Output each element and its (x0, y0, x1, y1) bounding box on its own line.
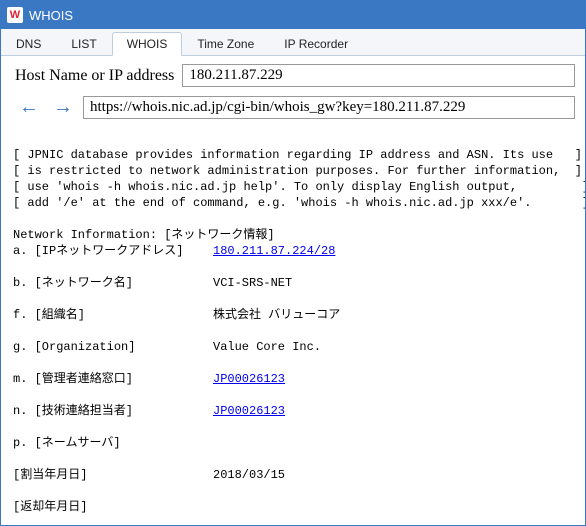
field-key: b. [ネットワーク名] (13, 275, 213, 291)
url-toolbar: ← → (1, 91, 585, 127)
banner-line: [ use 'whois -h whois.nic.ad.jp help'. T… (13, 180, 585, 194)
tab-whois[interactable]: WHOIS (112, 32, 183, 56)
field-key: n. [技術連絡担当者] (13, 403, 213, 419)
field-val: 2018/03/15 (213, 467, 285, 483)
banner-line: [ is restricted to network administratio… (13, 164, 582, 178)
contact-link[interactable]: JP00026123 (213, 371, 285, 387)
field-key: a. [IPネットワークアドレス] (13, 243, 213, 259)
field-key: m. [管理者連絡窓口] (13, 371, 213, 387)
titlebar: W WHOIS (1, 1, 585, 29)
field-key: f. [組織名] (13, 307, 213, 323)
back-button[interactable]: ← (15, 95, 43, 119)
contact-link[interactable]: JP00026123 (213, 403, 285, 419)
tabs: DNS LIST WHOIS Time Zone IP Recorder (1, 29, 585, 56)
banner-line: [ JPNIC database provides information re… (13, 148, 582, 162)
search-toolbar: Host Name or IP address (1, 56, 585, 91)
field-key: [返却年月日] (13, 499, 213, 515)
tab-timezone[interactable]: Time Zone (182, 32, 269, 55)
banner-line: [ add '/e' at the end of command, e.g. '… (13, 196, 585, 210)
tab-iprecorder[interactable]: IP Recorder (269, 32, 363, 55)
tab-list[interactable]: LIST (56, 32, 111, 55)
ip-network-link[interactable]: 180.211.87.224/28 (213, 243, 335, 259)
field-val: 株式会社 バリューコア (213, 307, 340, 323)
net-header: Network Information: [ネットワーク情報] (13, 228, 275, 242)
search-label: Host Name or IP address (15, 67, 174, 85)
field-key: g. [Organization] (13, 339, 213, 355)
url-input[interactable] (83, 96, 575, 119)
field-key: [割当年月日] (13, 467, 213, 483)
whois-output: [ JPNIC database provides information re… (1, 127, 585, 525)
app-icon: W (7, 7, 23, 23)
field-val: Value Core Inc. (213, 339, 321, 355)
field-key: p. [ネームサーバ] (13, 435, 213, 451)
forward-button[interactable]: → (49, 95, 77, 119)
field-val: VCI-SRS-NET (213, 275, 292, 291)
window-title: WHOIS (29, 8, 73, 23)
host-ip-input[interactable] (182, 64, 575, 87)
tab-dns[interactable]: DNS (1, 32, 56, 55)
